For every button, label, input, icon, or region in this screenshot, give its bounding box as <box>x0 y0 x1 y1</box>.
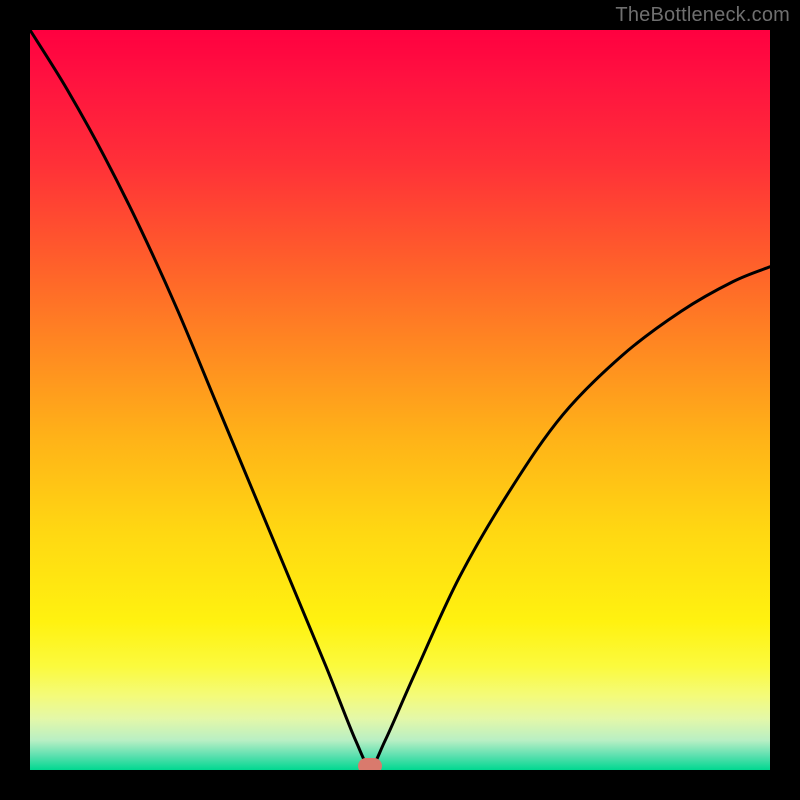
watermark-text: TheBottleneck.com <box>615 4 790 27</box>
plot-area <box>30 30 770 770</box>
bottleneck-curve-svg <box>30 30 770 770</box>
chart-frame: TheBottleneck.com <box>0 0 800 800</box>
optimum-marker <box>358 758 382 770</box>
bottleneck-curve <box>30 30 770 766</box>
